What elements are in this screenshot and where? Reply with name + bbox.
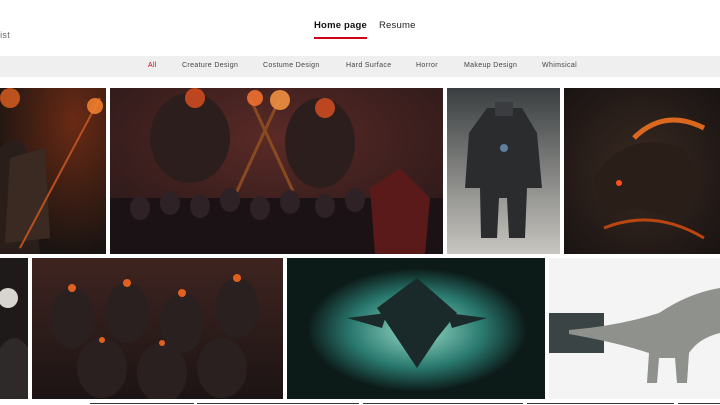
next-row-edge — [363, 403, 523, 404]
artwork-image — [110, 88, 443, 254]
gallery-tile-green-portal-creature[interactable] — [287, 258, 545, 399]
gallery-tile-armored-mech[interactable] — [447, 88, 560, 254]
gallery-tile-portrait-cropped[interactable] — [0, 258, 28, 399]
artwork-image — [549, 258, 720, 399]
filter-all[interactable]: All — [148, 62, 157, 69]
next-row-edge — [197, 403, 359, 404]
site-header: · rtist Home page Resume — [0, 0, 720, 55]
gallery-tile-demon-horde[interactable] — [32, 258, 283, 399]
filter-costume-design[interactable]: Costume Design — [263, 62, 320, 69]
next-row-edge — [90, 403, 194, 404]
category-filter-bar: All Creature Design Costume Design Hard … — [0, 56, 720, 77]
artwork-image — [447, 88, 560, 254]
filter-whimsical[interactable]: Whimsical — [542, 62, 577, 69]
gallery-tile-dinosaur-render[interactable] — [549, 258, 720, 399]
main-nav: Home page Resume — [0, 20, 720, 40]
next-row-edge — [678, 403, 720, 404]
nav-home-page[interactable]: Home page — [314, 20, 368, 39]
gallery-tile-burning-beast[interactable] — [564, 88, 720, 254]
gallery-tile-skull-rider[interactable] — [0, 88, 106, 254]
gallery-tile-fire-demons-army[interactable] — [110, 88, 443, 254]
artwork-image — [0, 88, 106, 254]
filter-horror[interactable]: Horror — [416, 62, 438, 69]
filter-hard-surface[interactable]: Hard Surface — [346, 62, 391, 69]
filter-creature-design[interactable]: Creature Design — [182, 62, 238, 69]
nav-resume[interactable]: Resume — [379, 20, 416, 37]
artwork-image — [32, 258, 283, 399]
filter-makeup-design[interactable]: Makeup Design — [464, 62, 517, 69]
artwork-image — [287, 258, 545, 399]
artwork-image — [564, 88, 720, 254]
artwork-image — [0, 258, 28, 399]
next-row-edge — [527, 403, 674, 404]
